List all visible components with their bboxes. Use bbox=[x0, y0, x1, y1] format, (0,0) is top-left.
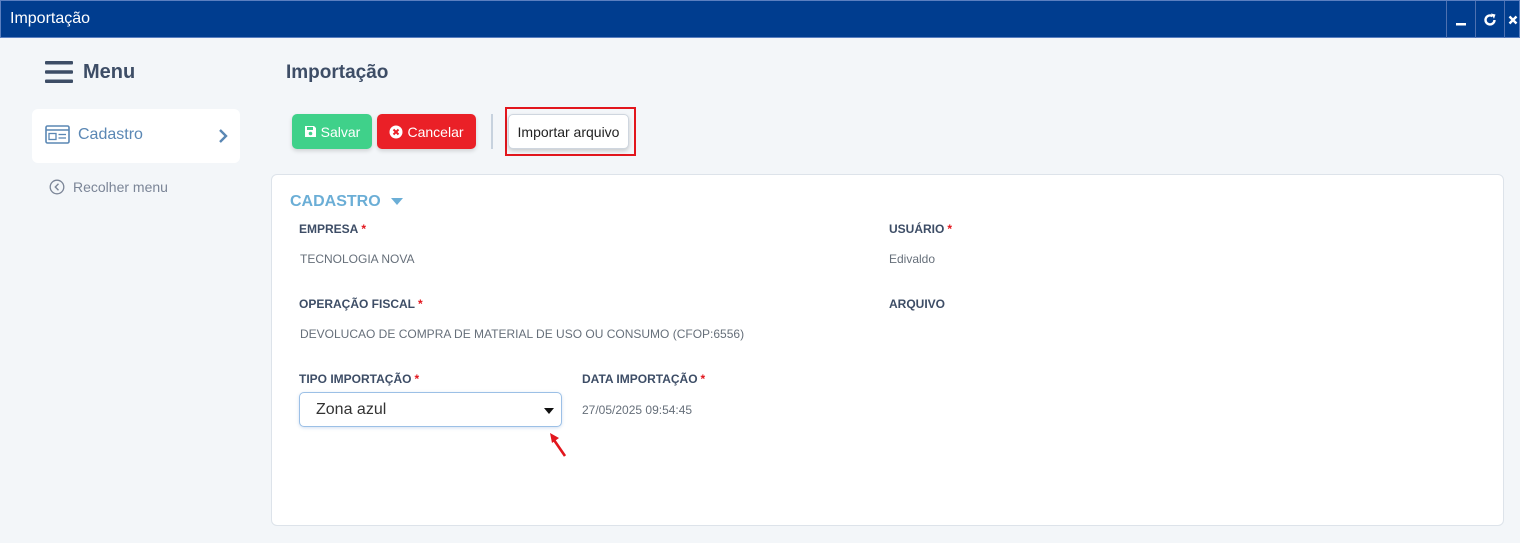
caret-down-icon bbox=[390, 198, 403, 205]
data-importacao-value: 27/05/2025 09:54:45 bbox=[582, 403, 693, 417]
tipo-importacao-label: TIPO IMPORTAÇÃO * bbox=[299, 372, 420, 386]
collapse-menu-label: Recolher menu bbox=[73, 179, 168, 195]
floppy-disk-icon bbox=[304, 126, 316, 137]
form-card-icon bbox=[45, 125, 70, 144]
cancel-button[interactable]: Cancelar bbox=[377, 114, 476, 149]
tipo-importacao-value: Zona azul bbox=[316, 401, 387, 418]
arquivo-label: ARQUIVO bbox=[889, 297, 946, 311]
sidebar-item-label: Cadastro bbox=[78, 126, 143, 143]
tipo-importacao-select[interactable]: Zona azul bbox=[299, 392, 562, 427]
window-titlebar: Importação bbox=[0, 0, 1520, 38]
caret-down-icon bbox=[544, 408, 554, 414]
minimize-icon bbox=[1456, 22, 1466, 25]
toolbar-separator bbox=[491, 114, 493, 149]
refresh-button[interactable] bbox=[1475, 1, 1504, 38]
usuario-value: Edivaldo bbox=[889, 252, 936, 266]
circle-chevron-left-icon bbox=[49, 179, 65, 195]
empresa-label: EMPRESA * bbox=[299, 222, 367, 236]
close-button[interactable] bbox=[1504, 1, 1520, 38]
import-file-button[interactable]: Importar arquivo bbox=[508, 114, 629, 149]
page-title: Importação bbox=[286, 62, 389, 83]
sidebar-item-cadastro[interactable]: Cadastro bbox=[32, 109, 240, 163]
data-importacao-label: DATA IMPORTAÇÃO * bbox=[582, 372, 706, 386]
form-panel bbox=[271, 174, 1504, 526]
save-button-label: Salvar bbox=[320, 123, 361, 140]
section-cadastro-header[interactable]: CADASTRO bbox=[290, 193, 403, 211]
close-icon bbox=[1508, 15, 1518, 24]
save-button[interactable]: Salvar bbox=[292, 114, 372, 149]
collapse-menu-link[interactable]: Recolher menu bbox=[49, 179, 168, 195]
sidebar-menu-header[interactable]: Menu bbox=[45, 60, 135, 84]
usuario-label: USUÁRIO * bbox=[889, 222, 953, 236]
refresh-icon bbox=[1484, 13, 1496, 26]
operacao-fiscal-value: DEVOLUCAO DE COMPRA DE MATERIAL DE USO O… bbox=[300, 327, 745, 341]
operacao-fiscal-label: OPERAÇÃO FISCAL * bbox=[299, 297, 423, 311]
sidebar-title: Menu bbox=[83, 60, 136, 83]
annotation-arrow-icon bbox=[550, 433, 567, 457]
minimize-button[interactable] bbox=[1446, 1, 1475, 38]
circle-x-icon bbox=[389, 125, 403, 138]
cancel-button-label: Cancelar bbox=[407, 123, 464, 140]
empresa-value: TECNOLOGIA NOVA bbox=[300, 252, 415, 266]
window-title: Importação bbox=[10, 10, 91, 27]
section-title: CADASTRO bbox=[290, 193, 381, 210]
chevron-right-icon bbox=[219, 129, 228, 143]
hamburger-icon bbox=[45, 61, 73, 83]
